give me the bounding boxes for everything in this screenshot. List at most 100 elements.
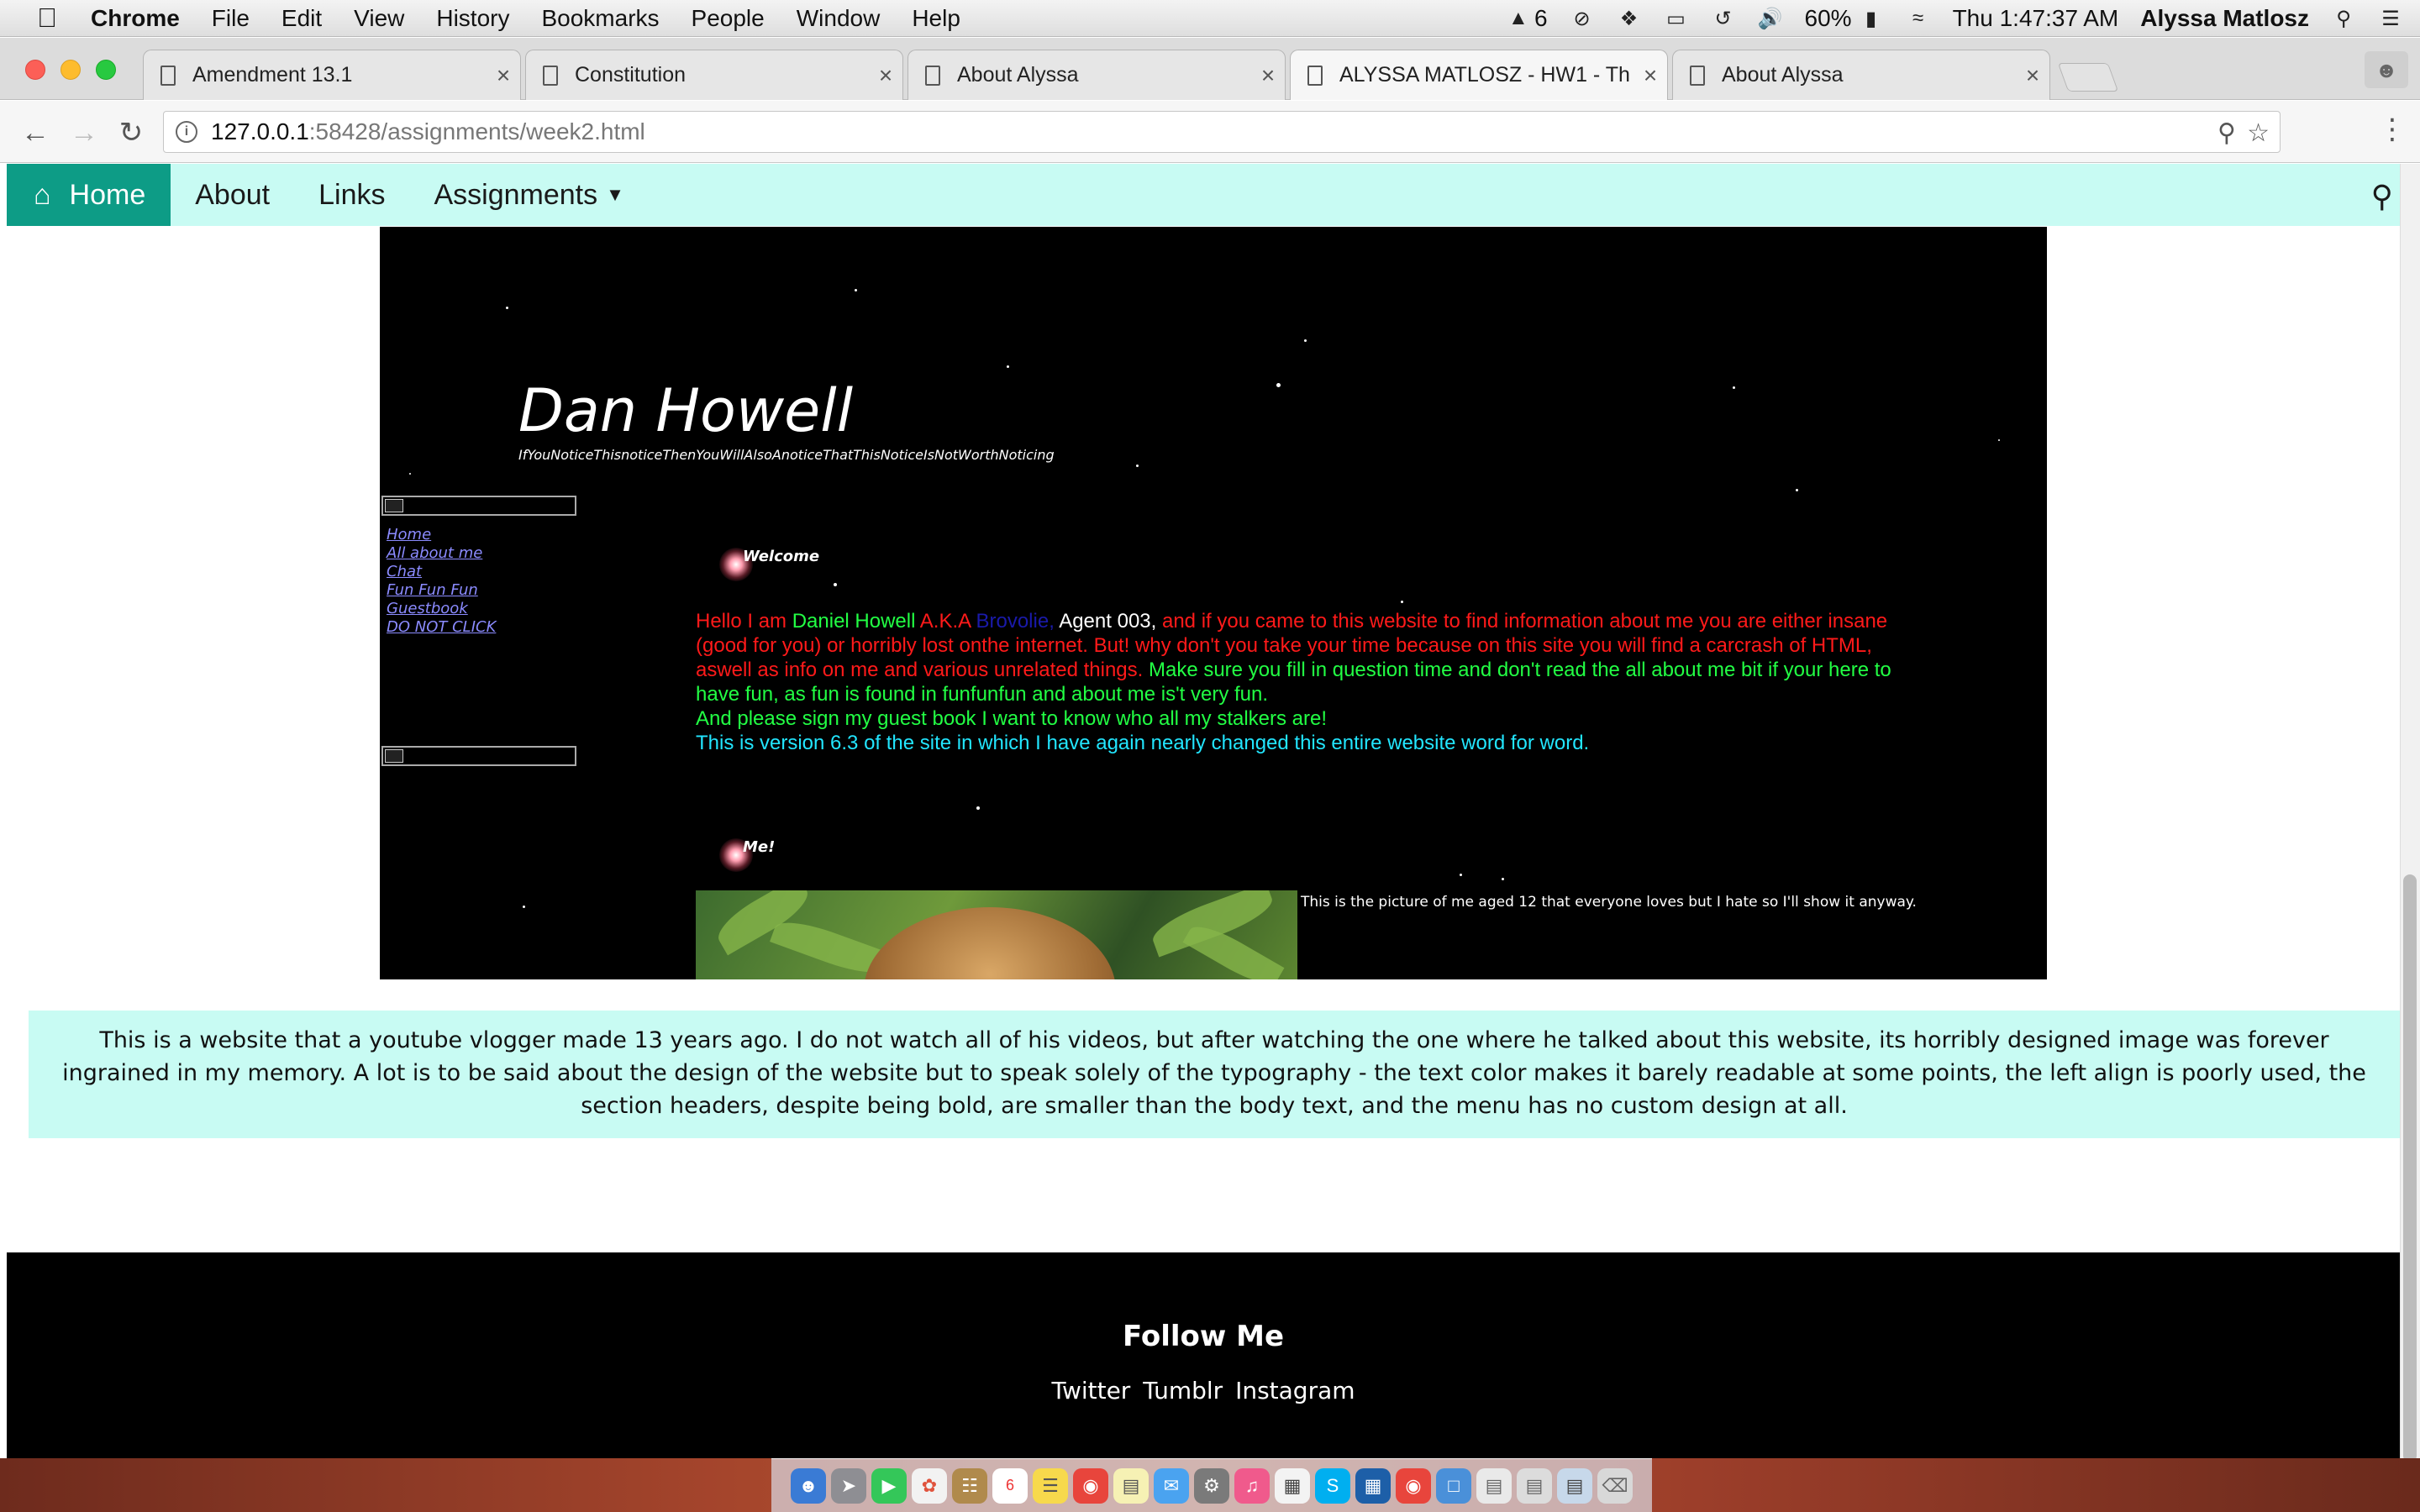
page-icon	[160, 65, 176, 86]
chrome-canary-icon[interactable]: ◉	[1396, 1467, 1431, 1504]
nav-about[interactable]: About	[171, 179, 294, 212]
zoom-icon[interactable]: ⚲	[2217, 118, 2236, 148]
contacts-icon[interactable]: ☷	[952, 1467, 987, 1504]
menubar-clock[interactable]: Thu 1:47:37 AM	[1953, 5, 2119, 32]
scrollbar-thumb[interactable]	[2403, 874, 2417, 1458]
close-tab-icon[interactable]: ×	[1634, 62, 1667, 89]
downloads-stack-icon[interactable]: ▤	[1517, 1467, 1552, 1504]
menubar-user[interactable]: Alyssa Matlosz	[2140, 5, 2309, 32]
new-tab-button[interactable]	[2057, 63, 2119, 92]
page-icon	[1307, 65, 1323, 86]
nav-home-label: Home	[69, 178, 146, 211]
scrollbar[interactable]	[2400, 164, 2420, 1458]
instagram-link[interactable]: Instagram	[1235, 1377, 1355, 1404]
text-cyan: This is version 6.3 of the site in which…	[696, 732, 1590, 754]
tab-amendment[interactable]: Amendment 13.1 ×	[143, 50, 521, 100]
app-store-icon[interactable]: ▦	[1355, 1467, 1391, 1504]
twitter-link[interactable]: Twitter	[1051, 1377, 1130, 1404]
embedded-link-fun[interactable]: Fun Fun Fun	[387, 581, 496, 600]
menu-history[interactable]: History	[436, 5, 509, 32]
embedded-link-chat[interactable]: Chat	[387, 563, 496, 581]
dropbox-icon[interactable]: ❖	[1617, 8, 1642, 30]
close-tab-icon[interactable]: ×	[2016, 62, 2049, 89]
finder-icon[interactable]: ☻	[791, 1467, 826, 1504]
photos-icon[interactable]: ✿	[912, 1467, 947, 1504]
trash-icon[interactable]: ⌫	[1597, 1467, 1633, 1504]
close-tab-icon[interactable]: ×	[1251, 62, 1285, 89]
applications-folder-icon[interactable]: □	[1436, 1467, 1471, 1504]
nav-assignments[interactable]: Assignments ▼	[409, 179, 648, 212]
tumblr-link[interactable]: Tumblr	[1143, 1377, 1223, 1404]
photo-caption: This is the picture of me aged 12 that e…	[1301, 894, 1917, 911]
embedded-link-home[interactable]: Home	[387, 526, 496, 544]
embedded-link-all-about-me[interactable]: All about me	[387, 544, 496, 563]
close-window-button[interactable]	[25, 60, 45, 80]
search-icon[interactable]: ⚲	[2371, 179, 2393, 214]
chrome-icon[interactable]: ◉	[1073, 1467, 1108, 1504]
bookmark-star-icon[interactable]: ☆	[2247, 118, 2270, 148]
documents-stack-icon[interactable]: ▤	[1476, 1467, 1512, 1504]
social-links: Twitter Tumblr Instagram	[7, 1377, 2400, 1404]
embedded-link-do-not-click[interactable]: DO NOT CLICK	[387, 618, 496, 637]
menu-bookmarks[interactable]: Bookmarks	[541, 5, 659, 32]
notification-center-icon[interactable]: ☰	[2378, 8, 2403, 30]
menu-file[interactable]: File	[212, 5, 250, 32]
stickies-icon[interactable]: ▤	[1113, 1467, 1149, 1504]
close-tab-icon[interactable]: ×	[869, 62, 902, 89]
minimize-window-button[interactable]	[60, 60, 81, 80]
menu-edit[interactable]: Edit	[281, 5, 322, 32]
dan-howell-title: Dan Howell	[518, 376, 854, 445]
adobe-badge: 6	[1534, 5, 1548, 31]
profile-icon[interactable]: ☻	[2365, 51, 2408, 88]
tab-label: ALYSSA MATLOSZ - HW1 - Th	[1339, 63, 1630, 87]
airplay-icon[interactable]: ▭	[1664, 8, 1689, 30]
apple-menu-icon[interactable]: 	[32, 3, 62, 34]
menu-people[interactable]: People	[692, 5, 765, 32]
star	[834, 583, 837, 586]
spotlight-icon[interactable]: ⚲	[2331, 8, 2356, 30]
text-agent: Agent 003,	[1054, 610, 1157, 633]
nav-home[interactable]: ⌂ Home	[7, 164, 171, 226]
address-bar[interactable]: i 127.0.0.1:58428/assignments/week2.html…	[163, 111, 2281, 153]
skype-icon[interactable]: S	[1315, 1467, 1350, 1504]
nav-links[interactable]: Links	[294, 179, 409, 212]
menu-help[interactable]: Help	[912, 5, 960, 32]
page-icon	[1690, 65, 1705, 86]
launchpad-icon[interactable]: ➤	[831, 1467, 866, 1504]
tab-about-alyssa-2[interactable]: About Alyssa ×	[1672, 50, 2050, 100]
chrome-menu-icon[interactable]: ⋮	[2378, 113, 2407, 146]
tab-label: About Alyssa	[1722, 63, 1844, 87]
system-preferences-icon[interactable]: ⚙	[1194, 1467, 1229, 1504]
reload-icon[interactable]: ↻	[113, 114, 150, 151]
adobe-icon[interactable]: ▲	[1506, 7, 1531, 29]
caret-down-icon: ▼	[606, 184, 624, 205]
volume-icon[interactable]: 🔊	[1758, 8, 1783, 30]
do-not-disturb-icon[interactable]: ⊘	[1570, 8, 1595, 30]
site-footer: Follow Me Twitter Tumblr Instagram	[7, 1252, 2400, 1458]
text-red-1: Hello I am	[696, 610, 792, 633]
wifi-icon[interactable]: ≈	[1906, 7, 1931, 29]
calculator-icon[interactable]: ▦	[1275, 1467, 1310, 1504]
tab-constitution[interactable]: Constitution ×	[525, 50, 903, 100]
notes-icon[interactable]: ☰	[1033, 1467, 1068, 1504]
itunes-icon[interactable]: ♫	[1234, 1467, 1270, 1504]
site-info-icon[interactable]: i	[176, 121, 197, 143]
zoom-window-button[interactable]	[96, 60, 116, 80]
tab-about-alyssa[interactable]: About Alyssa ×	[908, 50, 1286, 100]
menu-view[interactable]: View	[354, 5, 404, 32]
calendar-icon[interactable]: 6	[992, 1467, 1028, 1504]
messages-icon[interactable]: ✉	[1154, 1467, 1189, 1504]
close-tab-icon[interactable]: ×	[487, 62, 520, 89]
forward-icon[interactable]: →	[66, 114, 103, 151]
time-machine-icon[interactable]: ↺	[1711, 8, 1736, 30]
menu-window[interactable]: Window	[797, 5, 881, 32]
facetime-icon[interactable]: ▶	[871, 1467, 907, 1504]
tab-hw1-active[interactable]: ALYSSA MATLOSZ - HW1 - Th ×	[1290, 50, 1668, 100]
embedded-link-guestbook[interactable]: Guestbook	[387, 600, 496, 618]
menu-app-name[interactable]: Chrome	[91, 5, 180, 32]
battery-icon[interactable]: ▮	[1859, 8, 1884, 30]
star	[1304, 339, 1307, 342]
screenshots-stack-icon[interactable]: ▤	[1557, 1467, 1592, 1504]
status-area: ▲ 6 ⊘ ❖ ▭ ↺ 🔊 60% ▮ ≈ Thu 1:47:37 AM Aly…	[1506, 0, 2403, 37]
back-icon[interactable]: ←	[17, 114, 54, 151]
